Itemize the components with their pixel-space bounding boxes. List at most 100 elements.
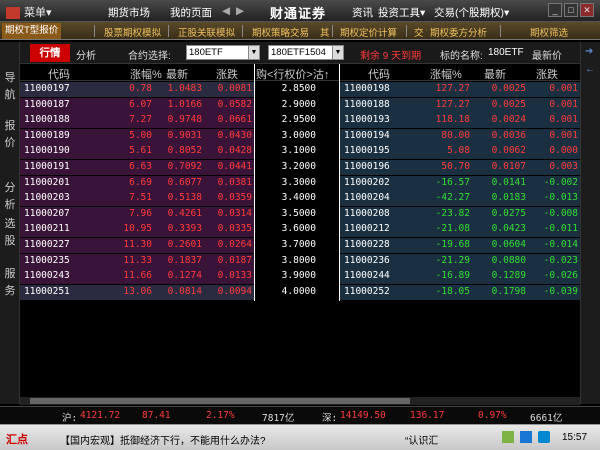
call-change: 11.66 [123,270,152,282]
put-code: 11000252 [344,285,390,297]
put-diff: -0.039 [543,285,578,297]
nav-tools[interactable]: 投资工具▾ [378,5,425,20]
left-nav-char[interactable]: 析 [4,197,16,214]
nav-back-icon[interactable]: ◀ [222,5,230,17]
horizontal-scrollbar[interactable] [20,397,580,405]
tab-analysis[interactable]: 分析 [76,47,96,62]
nav-news[interactable]: 资讯 [352,5,373,20]
scrollbar-thumb[interactable] [30,398,410,404]
put-change: 80.00 [441,129,470,141]
header-change[interactable]: 涨幅% [130,66,162,82]
news-headline[interactable]: 【国内宏观】抵御经济下行，不能用什么办法? [60,432,266,447]
toolbar-divider [500,25,501,37]
header-diff[interactable]: 涨跌 [216,66,238,82]
put-code: 11000188 [344,98,390,110]
call-change: 11.30 [123,239,152,250]
put-change: -16.57 [435,176,470,188]
put-change: -21.29 [435,254,470,266]
tab-quote[interactable]: 行情 [30,44,70,62]
header-code-put[interactable]: 代码 [368,66,390,82]
tab-t-quote[interactable]: 期权T型报价 [2,23,62,39]
left-nav-char[interactable]: 价 [4,135,16,152]
tab-other[interactable]: 其 [320,25,330,39]
put-change: -21.08 [435,223,470,235]
put-latest: 0.0107 [491,161,526,172]
call-code: 11000243 [24,270,70,282]
left-nav-char[interactable]: 股 [4,233,16,250]
arrow-left-icon[interactable]: ← [585,64,595,75]
tab-order-analysis[interactable]: 期权委方分析 [430,25,487,39]
put-code: 11000236 [344,254,390,266]
call-latest: 1.0166 [167,98,202,110]
put-change: 5.08 [447,145,470,157]
call-latest: 0.7092 [167,161,202,172]
underlying-value: 180ETF [488,47,524,58]
put-diff: 0.000 [549,145,578,157]
left-nav: 导 航 报 价 分 析 选 股 服 务 [0,42,20,404]
nav-my-page[interactable]: 我的页面 [170,5,212,20]
call-change: 7.51 [129,192,152,204]
main-menu[interactable]: 菜单▾ [6,4,52,20]
tab-strategy-trade[interactable]: 期权策略交易 [252,25,309,39]
tab-stock-sim[interactable]: 正股关联模拟 [178,25,235,39]
put-change: -42.27 [435,192,470,204]
sz-pct: 0.97% [478,410,507,421]
nav-trade[interactable]: 交易(个股期权)▾ [434,5,509,20]
left-nav-char[interactable]: 选 [4,216,16,233]
left-nav-char[interactable]: 报 [4,118,16,135]
call-diff: 0.0335 [217,223,252,235]
chevron-down-icon: ▼ [332,46,343,59]
put-diff: -0.023 [543,254,578,266]
minimize-icon[interactable]: _ [548,3,562,17]
header-change-put[interactable]: 涨幅% [430,66,462,82]
month-select[interactable]: 180ETF1504 ▼ [268,45,344,60]
sz-change: 136.17 [410,410,445,421]
put-latest: 0.0036 [491,129,526,141]
header-diff-put[interactable]: 涨跌 [536,66,558,82]
tab-pricing-calc[interactable]: 期权定价计算 [340,25,397,39]
call-code: 11000191 [24,161,70,172]
news-headline-2[interactable]: “认识汇 [405,432,438,447]
put-latest: 0.0025 [491,83,526,94]
left-nav-char[interactable]: 航 [4,87,16,104]
left-nav-char[interactable]: 分 [4,180,16,197]
header-code[interactable]: 代码 [48,66,70,82]
tab-option-sim[interactable]: 股票期权模拟 [104,25,161,39]
huidian-logo[interactable]: 汇点 [6,431,28,447]
nav-futures-market[interactable]: 期货市场 [108,5,150,20]
put-latest: 0.0275 [491,207,526,219]
app-logo-icon [6,7,20,20]
tab-option-filter[interactable]: 期权筛选 [530,25,568,39]
call-change: 13.06 [123,285,152,297]
call-diff: 0.0264 [217,239,252,250]
tab-trade-short[interactable]: 交 [414,25,424,39]
call-change: 0.78 [129,83,152,94]
plugin-icon[interactable] [502,431,514,443]
left-nav-char[interactable]: 务 [4,283,16,300]
call-latest: 0.8052 [167,145,202,157]
call-diff: 0.0430 [217,129,252,141]
header-latest-put[interactable]: 最新 [484,66,506,82]
contract-select[interactable]: 180ETF ▼ [186,45,260,60]
call-latest: 0.6077 [167,176,202,188]
maximize-icon[interactable]: □ [564,3,578,17]
put-code: 11000194 [344,129,390,141]
nav-forward-icon[interactable]: ▶ [236,5,244,17]
put-latest: 0.1289 [491,270,526,282]
sh-pct: 2.17% [206,410,235,421]
sh-index: 4121.72 [80,410,121,421]
header-latest[interactable]: 最新 [166,66,188,82]
call-diff: 0.0661 [217,114,252,126]
left-nav-char[interactable]: 导 [4,70,16,87]
put-code: 11000212 [344,223,390,235]
brush-icon[interactable] [520,431,532,443]
call-change: 7.27 [129,114,152,126]
signal-icon[interactable] [538,431,550,443]
left-nav-char[interactable]: 服 [4,266,16,283]
put-latest: 0.0880 [491,254,526,266]
put-code: 11000208 [344,207,390,219]
call-latest: 0.4261 [167,207,202,219]
arrow-right-icon[interactable]: ➔ [585,46,593,57]
call-diff: 0.0081 [217,83,252,94]
close-icon[interactable]: ✕ [580,3,594,17]
